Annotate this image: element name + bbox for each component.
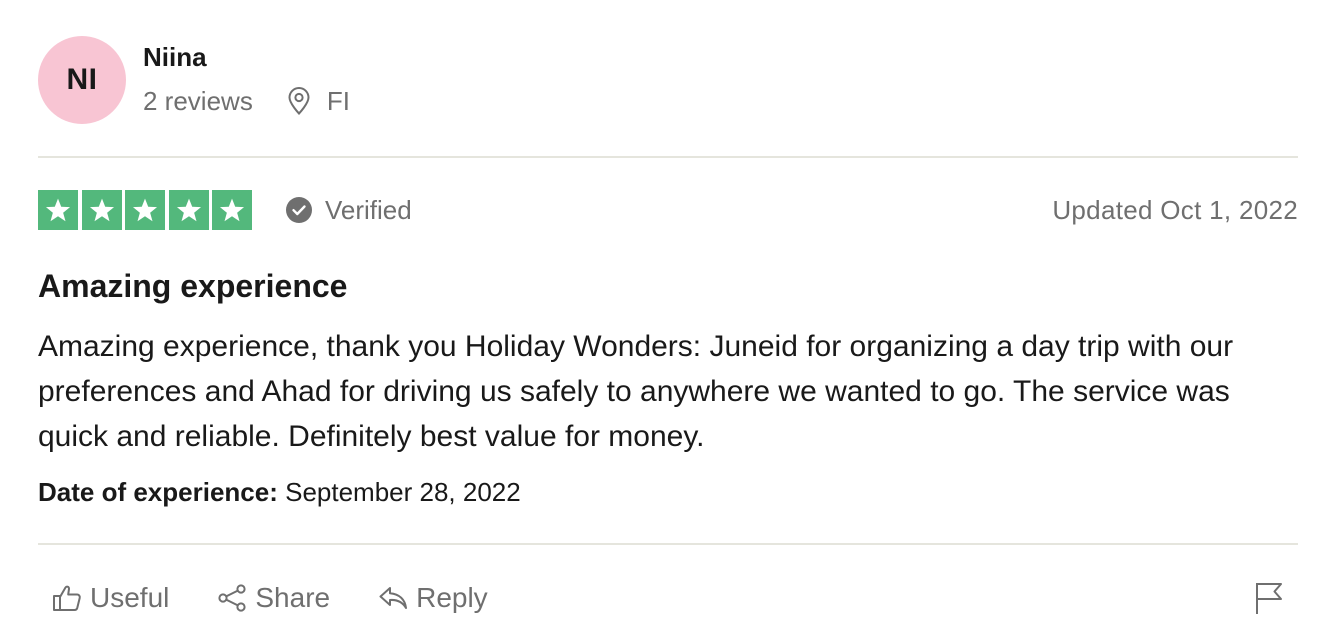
share-label: Share [255, 582, 331, 613]
review-actions: Useful Share Reply [52, 580, 536, 616]
verified-badge[interactable]: Verified [285, 194, 412, 226]
rating-row: Verified Updated Oct 1, 2022 [38, 190, 1298, 230]
location-pin-icon [287, 86, 313, 116]
consumer-name[interactable]: Niina [143, 42, 350, 72]
experience-date: Date of experience: September 28, 2022 [38, 476, 521, 508]
review-date: Updated Oct 1, 2022 [1052, 195, 1298, 225]
share-icon [217, 582, 247, 614]
flag-icon[interactable] [1254, 580, 1284, 616]
reply-icon [378, 582, 408, 614]
experience-date-value: September 28, 2022 [285, 477, 521, 507]
reply-label: Reply [416, 582, 488, 613]
consumer-meta: 2 reviews FI [143, 86, 350, 116]
actions-divider [38, 543, 1298, 545]
consumer-info[interactable]: NI Niina 2 reviews FI [38, 36, 350, 126]
review-card: NI Niina 2 reviews FI Verified Updated O… [38, 0, 1298, 638]
star-icon [81, 190, 122, 230]
reply-button[interactable]: Reply [378, 582, 488, 614]
useful-label: Useful [90, 582, 170, 613]
share-button[interactable]: Share [217, 582, 330, 614]
experience-date-label: Date of experience: [38, 477, 278, 507]
check-circle-icon [285, 196, 313, 224]
verified-label: Verified [325, 195, 412, 225]
thumbs-up-icon [52, 582, 82, 614]
avatar[interactable]: NI [38, 36, 126, 124]
star-rating [38, 190, 252, 230]
consumer-details: Niina 2 reviews FI [143, 36, 350, 116]
consumer-country: FI [326, 86, 350, 116]
star-icon [168, 190, 209, 230]
star-icon [125, 190, 165, 230]
header-divider [38, 156, 1298, 158]
review-title[interactable]: Amazing experience [38, 266, 347, 306]
star-icon [212, 190, 252, 230]
useful-button[interactable]: Useful [52, 582, 169, 614]
review-body: Amazing experience, thank you Holiday Wo… [38, 330, 1234, 453]
star-icon [38, 190, 78, 230]
reviews-count: 2 reviews [143, 86, 253, 116]
